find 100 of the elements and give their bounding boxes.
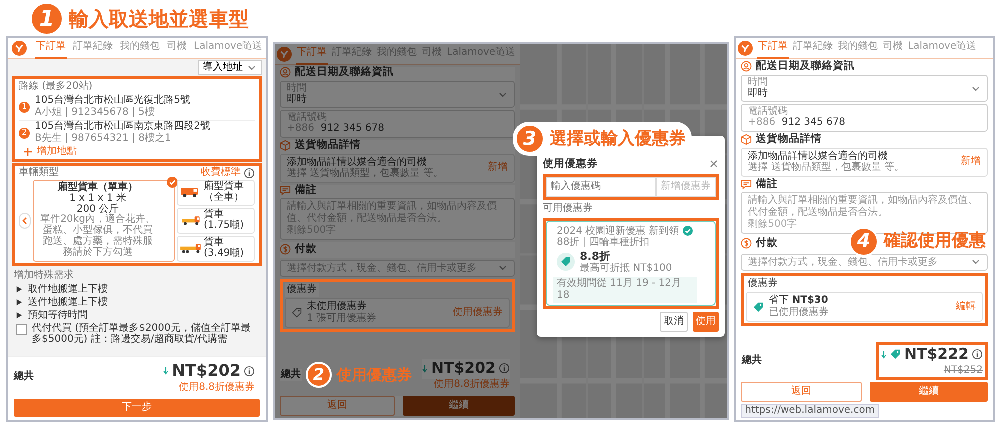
item-details-text: 添加物品詳情以媒合適合的司機 [287, 156, 428, 168]
step-number: 3 [515, 124, 545, 154]
info-icon[interactable] [499, 363, 510, 374]
payment-method-select[interactable]: 選擇付款方式，現金、錢包、信用卡或更多 [741, 254, 988, 272]
vehicle-option[interactable]: 貨車 (1.75噸) [177, 208, 255, 234]
discount-note: 使用8.8折優惠券 [434, 378, 510, 391]
time-select[interactable]: 時間 即時 [741, 74, 988, 102]
dollar-icon [741, 238, 752, 250]
add-link[interactable]: 新增 [488, 162, 508, 174]
stop-contact: B先生 | 987654321 | 8樓之1 [35, 133, 172, 145]
chat-icon [280, 184, 291, 196]
nav-tab[interactable]: Lalamove隨送 [907, 37, 978, 59]
coupon-cap: 最高可折抵 NT$100 [580, 262, 672, 275]
special-request-toggle[interactable]: 送件地搬運上下樓 [12, 296, 262, 309]
truck-icon [180, 214, 202, 228]
special-request-toggle[interactable]: 預知等待時間 [12, 310, 262, 322]
box-icon [741, 134, 752, 146]
person-icon [741, 61, 752, 72]
add-link[interactable]: 新增 [961, 156, 981, 168]
continue-button[interactable]: 繼續 [870, 382, 988, 402]
arrow-down-icon [881, 350, 888, 360]
coupon-subtitle: 1 張可用優惠券 [307, 313, 378, 326]
person-icon [280, 67, 291, 78]
coupon-title: 未使用優惠券 [307, 301, 368, 312]
character-counter: 剩餘500字 [748, 219, 798, 231]
nav-tab[interactable]: 下訂單 [296, 43, 328, 65]
step-number: 2 [306, 362, 332, 388]
section-title: 備註 [756, 178, 778, 190]
vehicle-option[interactable]: 廂型貨車（單車） 1 x 1 x 1 米 200 公斤 單件20kg內，適合花卉、蛋糕、小型傢俱，不代買跑送、處方藥，需特殊服務請於下方勾選 [33, 180, 175, 262]
continue-button[interactable]: 繼續 [402, 396, 515, 416]
vehicle-option[interactable]: 廂型貨車（全車） [177, 180, 255, 206]
nav-tab[interactable]: 訂單紀錄 [72, 37, 114, 59]
section-title: 送貨物品詳情 [756, 134, 822, 146]
nav-tab[interactable]: 我的錢包 [837, 37, 880, 59]
check-icon [167, 177, 178, 188]
coupon-action-link[interactable]: 使用優惠券 [453, 307, 503, 320]
coupon-option[interactable]: 2024 校園迎新優惠 新到領88折｜四輪車種折扣 8.8折 最高可折抵 NT$100 有效期間從 11月 19 - 12月 18 [546, 220, 716, 306]
step-title: 選擇或輸入優惠券 [550, 128, 686, 150]
dollar-icon [280, 244, 291, 256]
section-title: 配送日期及聯絡資訊 [756, 61, 856, 73]
check-circle-icon [683, 226, 693, 236]
total-price: NT$202 [172, 360, 241, 382]
back-button[interactable]: 返回 [280, 396, 394, 416]
back-button[interactable]: 返回 [741, 382, 862, 402]
add-stop-button[interactable]: 增加地點 [19, 146, 255, 158]
stop-contact: A小姐 | 912345678 | 5樓 [35, 107, 156, 119]
item-details-hint: 選擇 送貨物品類型，包裹數量 等。 [748, 162, 904, 174]
coupon-subtitle: 已使用優惠券 [769, 307, 830, 320]
nav-tab[interactable]: 司機 [166, 37, 188, 59]
item-details-hint: 選擇 送貨物品類型，包裹數量 等。 [287, 168, 444, 180]
next-button[interactable]: 下一步 [14, 399, 260, 417]
original-price: NT$252 [944, 364, 983, 377]
import-address-button[interactable]: 導入地址 [198, 60, 262, 75]
stop-address[interactable]: 105台灣台北市松山區光復北路5號 [35, 95, 190, 107]
info-icon[interactable] [972, 349, 983, 360]
coupon-card[interactable]: 省下 NT$30 已使用優惠券 編輯 [746, 292, 983, 322]
nav-tab[interactable]: 訂單紀錄 [792, 37, 834, 59]
total-price: NT$222 [904, 345, 969, 364]
phone-field[interactable]: 電話號碼 +886 912 345 678 [741, 104, 988, 132]
checkbox[interactable] [16, 324, 27, 335]
special-request-toggle[interactable]: 取件地搬運上下樓 [12, 284, 262, 296]
logo-icon[interactable] [12, 40, 27, 56]
total-label: 總共 [280, 369, 302, 381]
coupon-discount: 8.8折 [580, 250, 612, 263]
nav-tab[interactable]: 司機 [882, 37, 904, 59]
logo-icon[interactable] [738, 40, 754, 56]
step-number: 1 [30, 2, 64, 36]
close-icon[interactable] [709, 159, 719, 170]
coupon-title: 省下 NT$30 [769, 295, 830, 306]
arrow-down-icon [163, 366, 170, 376]
section-title: 備註 [295, 184, 317, 196]
cash-option-label: 代付代買 (預全訂單最多$2000元，儲值全訂單最多$5000元) 註：路邊交易/超商取貨/代購需 [32, 322, 252, 346]
coupon-card[interactable]: 未使用優惠券 1 張可用優惠券 使用優惠券 [285, 298, 510, 328]
tag-icon [890, 349, 902, 360]
tag-icon [557, 253, 575, 272]
nav-tab[interactable]: Lalamove隨送 [193, 37, 264, 59]
coupon-label: 優惠券 [285, 283, 319, 298]
coupon-code-field[interactable]: 輸入優惠碼 [546, 176, 656, 197]
box-icon [280, 140, 291, 152]
truck-icon [180, 242, 202, 256]
previous-button[interactable] [19, 212, 31, 229]
discount-note: 使用8.8折優惠券 [179, 382, 255, 394]
tag-icon [292, 308, 302, 318]
section-title: 付款 [756, 238, 778, 250]
section-title: 配送日期及聯絡資訊 [295, 67, 394, 79]
available-coupons-label: 可用優惠券 [543, 202, 594, 215]
chat-icon [741, 178, 752, 190]
apply-button[interactable]: 使用 [693, 312, 719, 332]
logo-icon[interactable] [277, 46, 292, 62]
info-icon[interactable] [244, 168, 255, 178]
stop-address[interactable]: 105台灣台北市松山區南京東路四段2號 [35, 121, 210, 133]
coupon-action-link[interactable]: 編輯 [956, 301, 976, 314]
step-title: 確認使用優惠 [884, 232, 986, 252]
cancel-button[interactable]: 取消 [660, 312, 688, 332]
vehicle-option[interactable]: 貨車 (3.49噸) [177, 236, 255, 262]
nav-tab[interactable]: 我的錢包 [119, 37, 161, 59]
special-requests-label: 增加特殊需求 [13, 268, 75, 283]
coupon-campaign: 2024 校園迎新優惠 新到領88折｜四輪車種折扣 [557, 226, 680, 248]
nav-tab[interactable]: 下訂單 [757, 37, 790, 59]
info-icon[interactable] [244, 366, 255, 377]
